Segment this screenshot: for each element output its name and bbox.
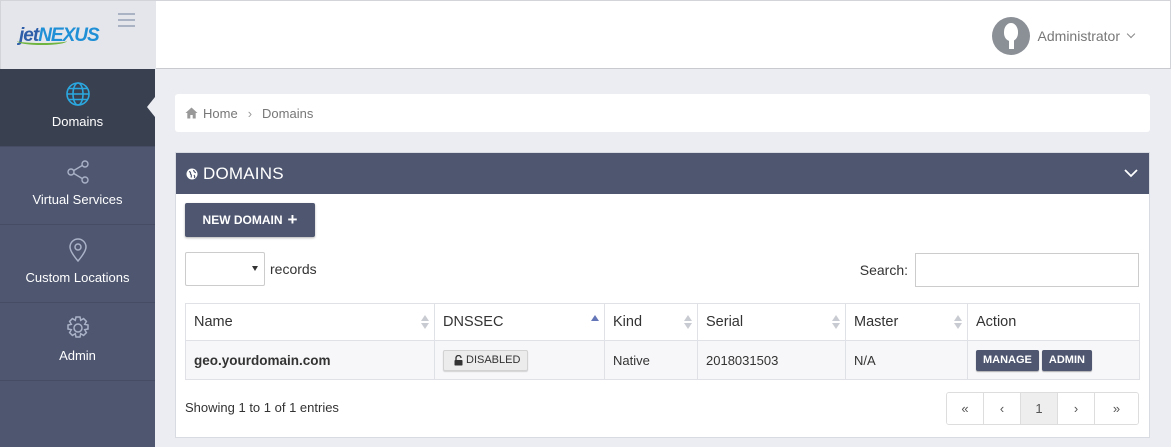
- domain-kind: Native: [604, 340, 698, 380]
- domain-serial: 2018031503: [697, 340, 846, 380]
- records-per-page-select[interactable]: [185, 252, 265, 286]
- domain-name: geo.yourdomain.com: [185, 340, 435, 380]
- search-control: Search:: [860, 253, 1139, 287]
- sidebar-item-label: Admin: [59, 348, 96, 363]
- breadcrumb-current: Domains: [262, 105, 314, 121]
- chevron-down-icon: [1126, 29, 1136, 39]
- panel-header: DOMAINS: [176, 153, 1149, 194]
- map-pin-icon: [68, 238, 87, 263]
- globe-icon: [65, 82, 90, 106]
- records-label: records: [270, 261, 317, 277]
- pagination: « ‹ 1 › »: [946, 392, 1139, 425]
- records-length-control: records: [185, 252, 317, 286]
- top-bar: jetNEXUS Administrator: [0, 0, 1171, 70]
- sidebar-item-domains[interactable]: Domains: [0, 69, 155, 147]
- sidebar-item-label: Virtual Services: [32, 192, 123, 207]
- previous-page-button[interactable]: ‹: [984, 393, 1021, 424]
- user-name: Administrator: [1037, 28, 1120, 44]
- sort-icon: [954, 315, 962, 329]
- new-domain-button[interactable]: NEW DOMAIN +: [185, 203, 315, 237]
- gear-icon: [66, 316, 89, 338]
- caret-down-icon: [252, 266, 258, 271]
- globe-icon: [186, 168, 198, 179]
- domain-master: N/A: [845, 340, 968, 380]
- user-menu[interactable]: Administrator: [991, 17, 1136, 55]
- dnssec-cell: DISABLED: [434, 340, 605, 380]
- sort-icon: [832, 315, 840, 329]
- breadcrumb-home[interactable]: Home: [203, 106, 238, 121]
- sidebar-item-label: Domains: [51, 114, 104, 129]
- home-icon: [185, 107, 198, 119]
- dnssec-disabled-button[interactable]: DISABLED: [443, 349, 529, 371]
- table-row: geo.yourdomain.com DISABLED Native 20180…: [185, 340, 1140, 380]
- chevron-down-icon[interactable]: [1123, 166, 1139, 180]
- breadcrumb-separator: ›: [247, 105, 253, 121]
- sort-icon: [421, 315, 429, 329]
- search-input[interactable]: [915, 253, 1139, 287]
- last-page-button[interactable]: »: [1095, 393, 1138, 424]
- share-icon: [66, 160, 89, 184]
- first-page-button[interactable]: «: [947, 393, 984, 424]
- page-1-button[interactable]: 1: [1021, 393, 1058, 424]
- sort-icon: [684, 315, 692, 329]
- sidebar: Domains Virtual Services Custom Location…: [0, 69, 155, 447]
- column-header-dnssec[interactable]: DNSSEC: [434, 303, 605, 341]
- manage-button[interactable]: MANAGE: [976, 349, 1039, 371]
- domains-table: Name DNSSEC Kind Serial Master Action ge…: [185, 303, 1140, 380]
- avatar: [991, 17, 1030, 55]
- column-header-serial[interactable]: Serial: [697, 303, 846, 341]
- sidebar-item-custom-locations[interactable]: Custom Locations: [0, 225, 155, 303]
- action-cell: MANAGE ADMIN: [967, 340, 1140, 380]
- panel-title: DOMAINS: [203, 163, 284, 183]
- breadcrumb: Home › Domains: [175, 94, 1150, 132]
- domains-panel: DOMAINS NEW DOMAIN + records Search: Name…: [175, 152, 1150, 438]
- unlock-icon: [454, 354, 463, 365]
- plus-icon: +: [287, 210, 298, 229]
- next-page-button[interactable]: ›: [1058, 393, 1095, 424]
- sidebar-item-admin[interactable]: Admin: [0, 303, 155, 381]
- column-header-master[interactable]: Master: [845, 303, 968, 341]
- search-label: Search:: [859, 262, 908, 278]
- sort-ascending-icon: [591, 315, 599, 329]
- menu-toggle-icon[interactable]: [118, 13, 135, 27]
- logo-area: jetNEXUS: [1, 1, 156, 70]
- column-header-kind[interactable]: Kind: [604, 303, 698, 341]
- table-info: Showing 1 to 1 of 1 entries: [185, 400, 339, 415]
- logo-swoosh: [17, 37, 67, 45]
- column-header-action: Action: [967, 303, 1140, 341]
- admin-button[interactable]: ADMIN: [1041, 349, 1092, 371]
- column-header-name[interactable]: Name: [185, 303, 435, 341]
- sidebar-item-virtual-services[interactable]: Virtual Services: [0, 147, 155, 225]
- sidebar-item-label: Custom Locations: [25, 270, 130, 285]
